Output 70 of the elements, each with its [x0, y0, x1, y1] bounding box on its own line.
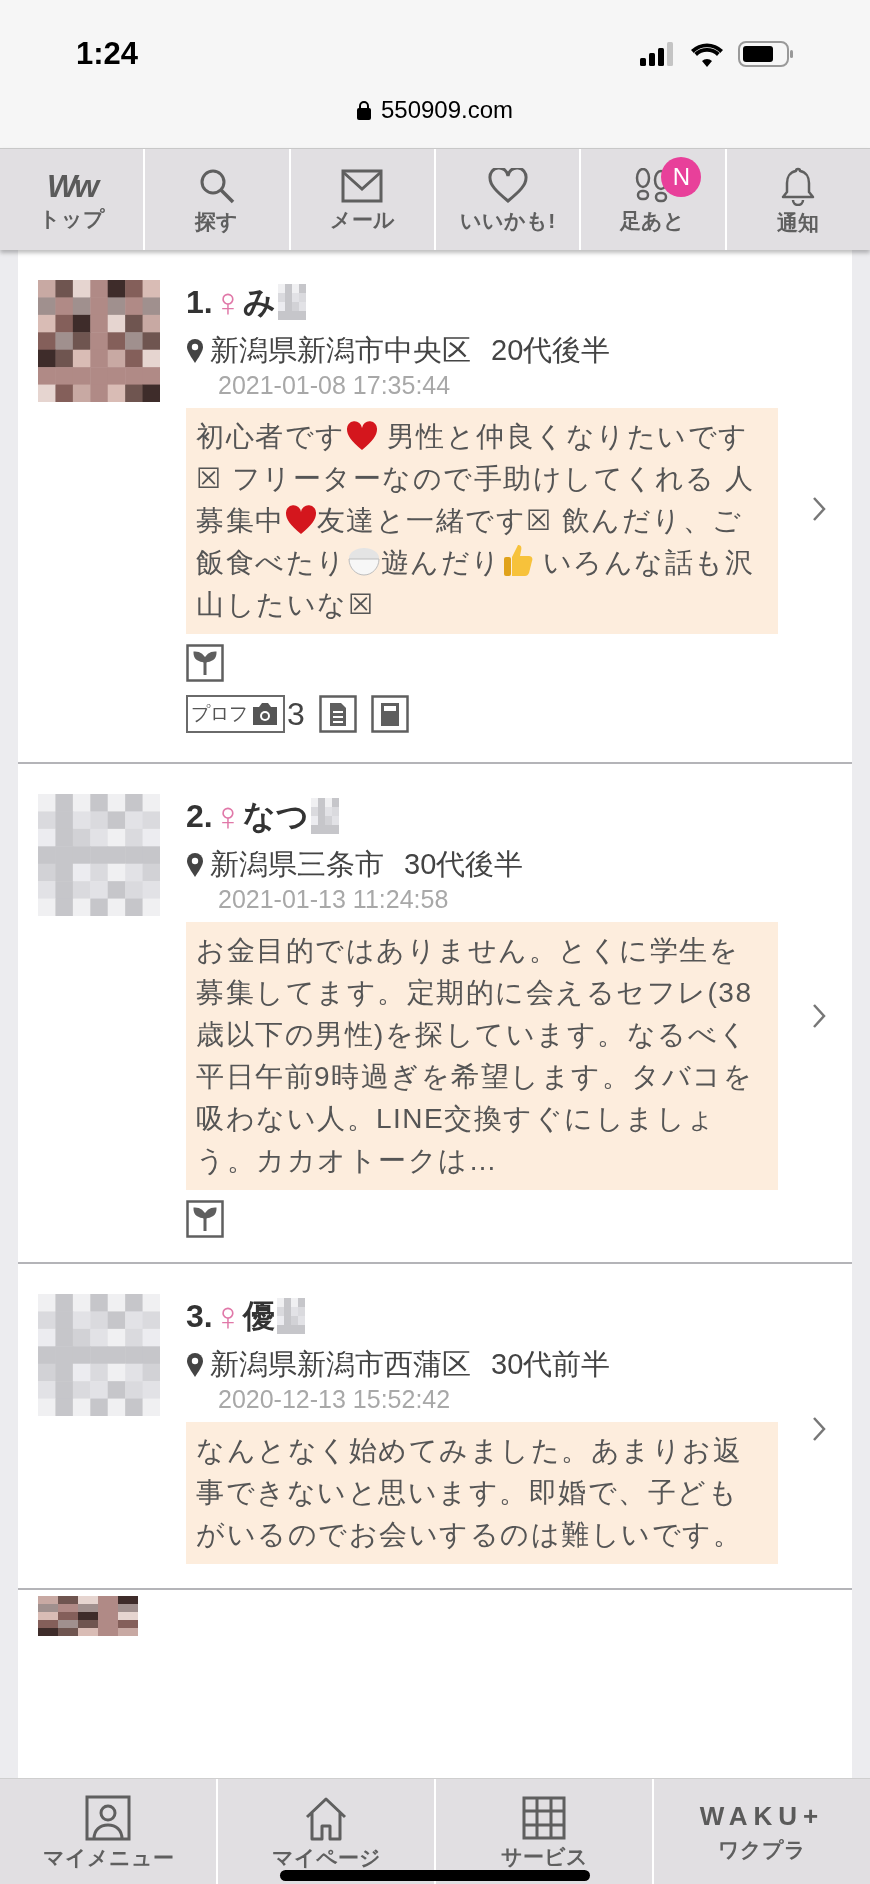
camera-icon [250, 702, 280, 726]
location-text: 新潟県三条市 [210, 850, 384, 879]
photo-count: 3 [287, 695, 305, 734]
rice-bowl-icon [346, 545, 381, 577]
home-icon [303, 1795, 349, 1841]
location-pin-icon [186, 851, 204, 878]
heart-emoji-icon [345, 421, 378, 451]
logo-text: WAKU+ [699, 1803, 825, 1829]
user-name: み [242, 283, 276, 322]
thumbs-up-icon [501, 543, 534, 577]
gender-symbol: ♀ [212, 1296, 243, 1336]
nav-label: 探す [195, 211, 239, 232]
mail-icon [341, 169, 384, 203]
message-text: 初心者です 男性と仲良くなりたいです☒ フリーターなので手助けしてくれる 人募集中 友達と一緒です☒ 飲んだり、ご飯食べたり 遊んだり いろんな話も沢山したいな☒ [186, 408, 778, 634]
document-icon [318, 695, 357, 733]
message-text: お金目的ではありません。とくに学生を募集してます。定期的に会えるセフレ(38歳以下の男性)を探しています。なるべく平日午前9時過ぎを希望します。タバコを吸わない人。LINE交換すぐにしましょう。カカオトークは… [186, 922, 778, 1190]
nav-tab[interactable]: 通知 [726, 149, 870, 250]
signal-icon [640, 42, 676, 66]
chevron-right-icon[interactable] [812, 1416, 826, 1442]
battery-icon [738, 41, 794, 67]
user-name: 優 [242, 1297, 275, 1336]
nav-label: サービス [500, 1846, 588, 1867]
gender-symbol: ♀ [212, 796, 243, 836]
rank-number: 3. [186, 1297, 213, 1336]
nav-label: ワクプラ [718, 1839, 806, 1860]
lock-icon [356, 100, 371, 120]
nav-label: 通知 [777, 212, 820, 233]
location-text: 新潟県新潟市中央区 [210, 336, 471, 365]
notification-badge: N [661, 157, 702, 197]
notebook-icon [370, 695, 409, 733]
user-name: なつ [242, 797, 309, 836]
rank-number: 1. [186, 283, 213, 322]
chevron-right-icon[interactable] [812, 1003, 826, 1029]
url-text: 550909.com [380, 95, 514, 125]
censor-mosaic [310, 798, 339, 834]
age-text: 30代前半 [491, 1350, 611, 1379]
message-text: なんとなく始めてみました。あまりお返事できないと思います。即婚で、子どもがいるのでお会いするのは難しいです。 [186, 1422, 778, 1564]
grid-icon [522, 1796, 566, 1840]
search-icon [198, 167, 236, 205]
chevron-right-icon[interactable] [812, 496, 826, 522]
sprout-icon [186, 644, 224, 682]
nav-label: トップ [38, 208, 105, 229]
person-icon [85, 1795, 131, 1841]
nav-label: メール [329, 209, 395, 230]
censor-mosaic [276, 1298, 305, 1334]
bell-icon [780, 166, 817, 206]
logo-text: Ww [47, 170, 97, 202]
post-date: 2021-01-13 11:24:58 [218, 887, 450, 912]
age-text: 20代後半 [491, 336, 611, 365]
nav-label: 足あと [620, 210, 686, 231]
nav-tab[interactable]: マイメニュー [0, 1779, 218, 1884]
nav-tab[interactable]: WAKU+ ワクプラ [654, 1779, 870, 1884]
post-date: 2020-12-13 15:52:42 [218, 1387, 452, 1412]
profile-photo-tag: プロフ [186, 695, 285, 733]
nav-label: いいかも! [460, 210, 556, 231]
heart-icon [487, 168, 528, 204]
rank-number: 2. [186, 797, 213, 836]
location-pin-icon [186, 1351, 204, 1378]
location-pin-icon [186, 337, 204, 364]
gender-symbol: ♀ [212, 282, 243, 322]
status-time: 1:24 [76, 34, 139, 73]
wifi-icon [690, 41, 724, 67]
censor-mosaic [277, 284, 306, 320]
sprout-icon [186, 1200, 224, 1238]
location-text: 新潟県新潟市西蒲区 [210, 1350, 471, 1379]
nav-label: マイメニュー [42, 1847, 174, 1868]
post-date: 2021-01-08 17:35:44 [218, 373, 452, 398]
nav-label: マイページ [271, 1847, 381, 1868]
age-text: 30代後半 [404, 850, 524, 879]
heart-emoji-icon [284, 505, 317, 535]
